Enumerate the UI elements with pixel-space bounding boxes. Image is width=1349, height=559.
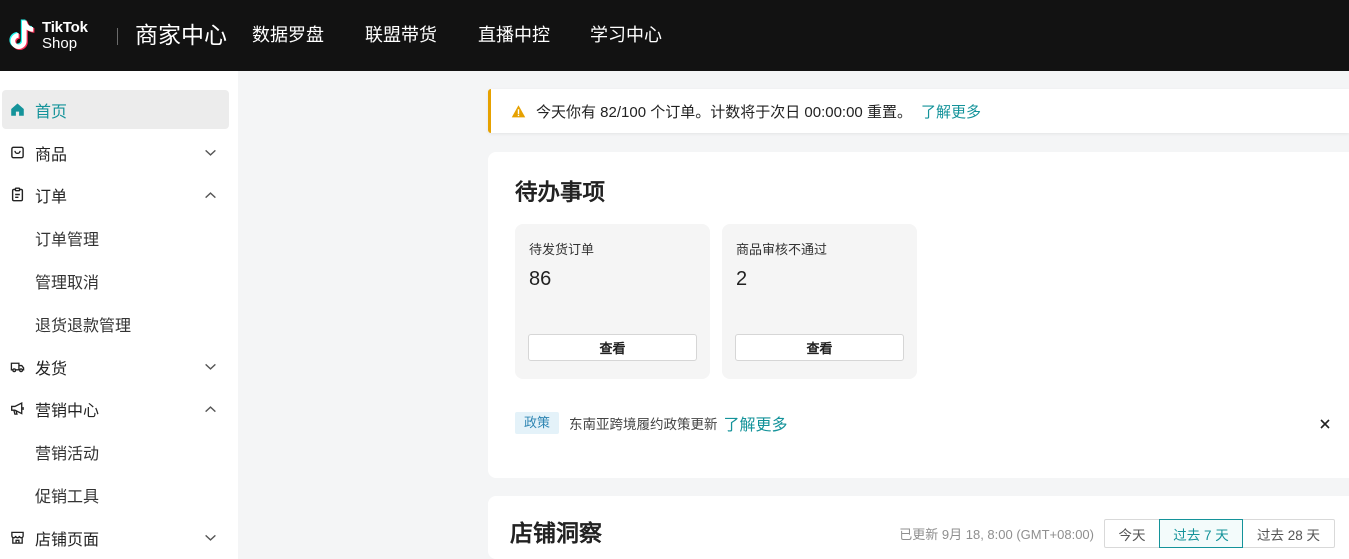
sidebar-subitem-label: 退货退款管理 [35, 317, 132, 335]
tiktok-shop-logo[interactable]: TikTok Shop [8, 19, 104, 55]
tiktok-logo-icon [8, 19, 36, 52]
range-today-button[interactable]: 今天 [1104, 519, 1160, 548]
warning-icon [511, 104, 526, 119]
sidebar-subitem-returns-refunds[interactable]: 退货退款管理 [0, 302, 238, 345]
sidebar-subitem-label: 订单管理 [35, 232, 100, 250]
range-7-days-button[interactable]: 过去 7 天 [1159, 519, 1243, 548]
header-divider [117, 28, 118, 45]
policy-notice: 政策 东南亚跨境履约政策更新 了解更多 [515, 411, 788, 435]
order-limit-alert: 今天你有 82/100 个订单。计数将于次日 00:00:00 重置。 了解更多 [488, 89, 1349, 133]
top-header: TikTok Shop 商家中心 数据罗盘 联盟带货 直播中控 学习中心 [0, 0, 1349, 71]
chevron-down-icon[interactable] [204, 146, 217, 159]
sidebar-subitem-label: 促销工具 [35, 489, 100, 507]
logo-line-tiktok: TikTok [42, 19, 88, 36]
range-28-days-button[interactable]: 过去 28 天 [1242, 519, 1335, 548]
top-nav-live-control[interactable]: 直播中控 [478, 0, 550, 71]
sidebar-item-label: 营销中心 [35, 403, 100, 421]
sidebar-item-shipping[interactable]: 发货 [0, 345, 238, 388]
sidebar-item-products[interactable]: 商品 [0, 131, 238, 174]
chevron-down-icon[interactable] [204, 360, 217, 373]
chevron-up-icon[interactable] [204, 403, 217, 416]
sidebar-subitem-label: 管理取消 [35, 275, 100, 293]
shopping-bag-icon [10, 145, 25, 160]
sidebar-item-label: 店铺页面 [35, 531, 100, 549]
chevron-up-icon[interactable] [204, 189, 217, 202]
view-button[interactable]: 查看 [735, 334, 904, 361]
sidebar-item-store-page[interactable]: 店铺页面 [0, 516, 238, 559]
sidebar-item-orders[interactable]: 订单 [0, 174, 238, 217]
sidebar: 首页 商品 订单 订单管理 管理取消 退货退款管理 发货 营销中心 营销活动 促… [0, 71, 238, 559]
sidebar-subitem-cancellations[interactable]: 管理取消 [0, 260, 238, 303]
task-label: 商品审核不通过 [736, 242, 828, 257]
sidebar-item-label: 首页 [35, 103, 68, 121]
todo-card: 待办事项 待发货订单 86 查看 商品审核不通过 2 查看 政策 东南亚跨境履约… [488, 152, 1349, 478]
insights-controls: 已更新 9月 18, 8:00 (GMT+08:00) 今天 过去 7 天 过去… [899, 519, 1335, 548]
sidebar-subitem-campaigns[interactable]: 营销活动 [0, 431, 238, 474]
home-icon [10, 102, 25, 117]
sidebar-subitem-promotion-tools[interactable]: 促销工具 [0, 474, 238, 517]
view-button[interactable]: 查看 [528, 334, 697, 361]
insights-title: 店铺洞察 [510, 520, 602, 546]
policy-text: 东南亚跨境履约政策更新 [569, 417, 718, 432]
task-count: 86 [529, 268, 552, 290]
sidebar-item-label: 发货 [35, 360, 68, 378]
logo-wordmark: TikTok Shop [42, 20, 88, 52]
policy-learn-more-link[interactable]: 了解更多 [724, 411, 788, 435]
close-icon[interactable] [1319, 418, 1331, 430]
store-insights-card: 店铺洞察 已更新 9月 18, 8:00 (GMT+08:00) 今天 过去 7… [488, 496, 1349, 559]
megaphone-icon [10, 401, 25, 416]
top-nav-learning-center[interactable]: 学习中心 [590, 0, 662, 71]
sidebar-item-marketing[interactable]: 营销中心 [0, 388, 238, 431]
sidebar-subitem-order-management[interactable]: 订单管理 [0, 217, 238, 260]
sidebar-subitem-label: 营销活动 [35, 446, 100, 464]
clipboard-icon [10, 187, 25, 202]
top-nav-data-compass[interactable]: 数据罗盘 [252, 0, 324, 71]
alert-text: 今天你有 82/100 个订单。计数将于次日 00:00:00 重置。 [536, 103, 912, 121]
task-count: 2 [736, 268, 748, 290]
last-updated-text: 已更新 9月 18, 8:00 (GMT+08:00) [899, 527, 1094, 542]
todo-title: 待办事项 [515, 180, 606, 205]
policy-tag: 政策 [515, 412, 560, 434]
sidebar-item-label: 商品 [35, 146, 68, 164]
truck-icon [10, 359, 25, 374]
chevron-down-icon[interactable] [204, 531, 217, 544]
store-icon [10, 530, 25, 545]
alert-learn-more-link[interactable]: 了解更多 [921, 101, 981, 122]
task-label: 待发货订单 [529, 242, 595, 257]
date-range-selector: 今天 过去 7 天 过去 28 天 [1104, 519, 1335, 548]
sidebar-item-label: 订单 [35, 189, 68, 207]
sidebar-item-home[interactable]: 首页 [0, 89, 238, 132]
task-card-pending-shipment: 待发货订单 86 查看 [515, 224, 710, 379]
task-card-product-review-failed: 商品审核不通过 2 查看 [722, 224, 917, 379]
header-title[interactable]: 商家中心 [135, 0, 227, 71]
logo-line-shop: Shop [42, 35, 78, 52]
top-nav-affiliate[interactable]: 联盟带货 [365, 0, 437, 71]
